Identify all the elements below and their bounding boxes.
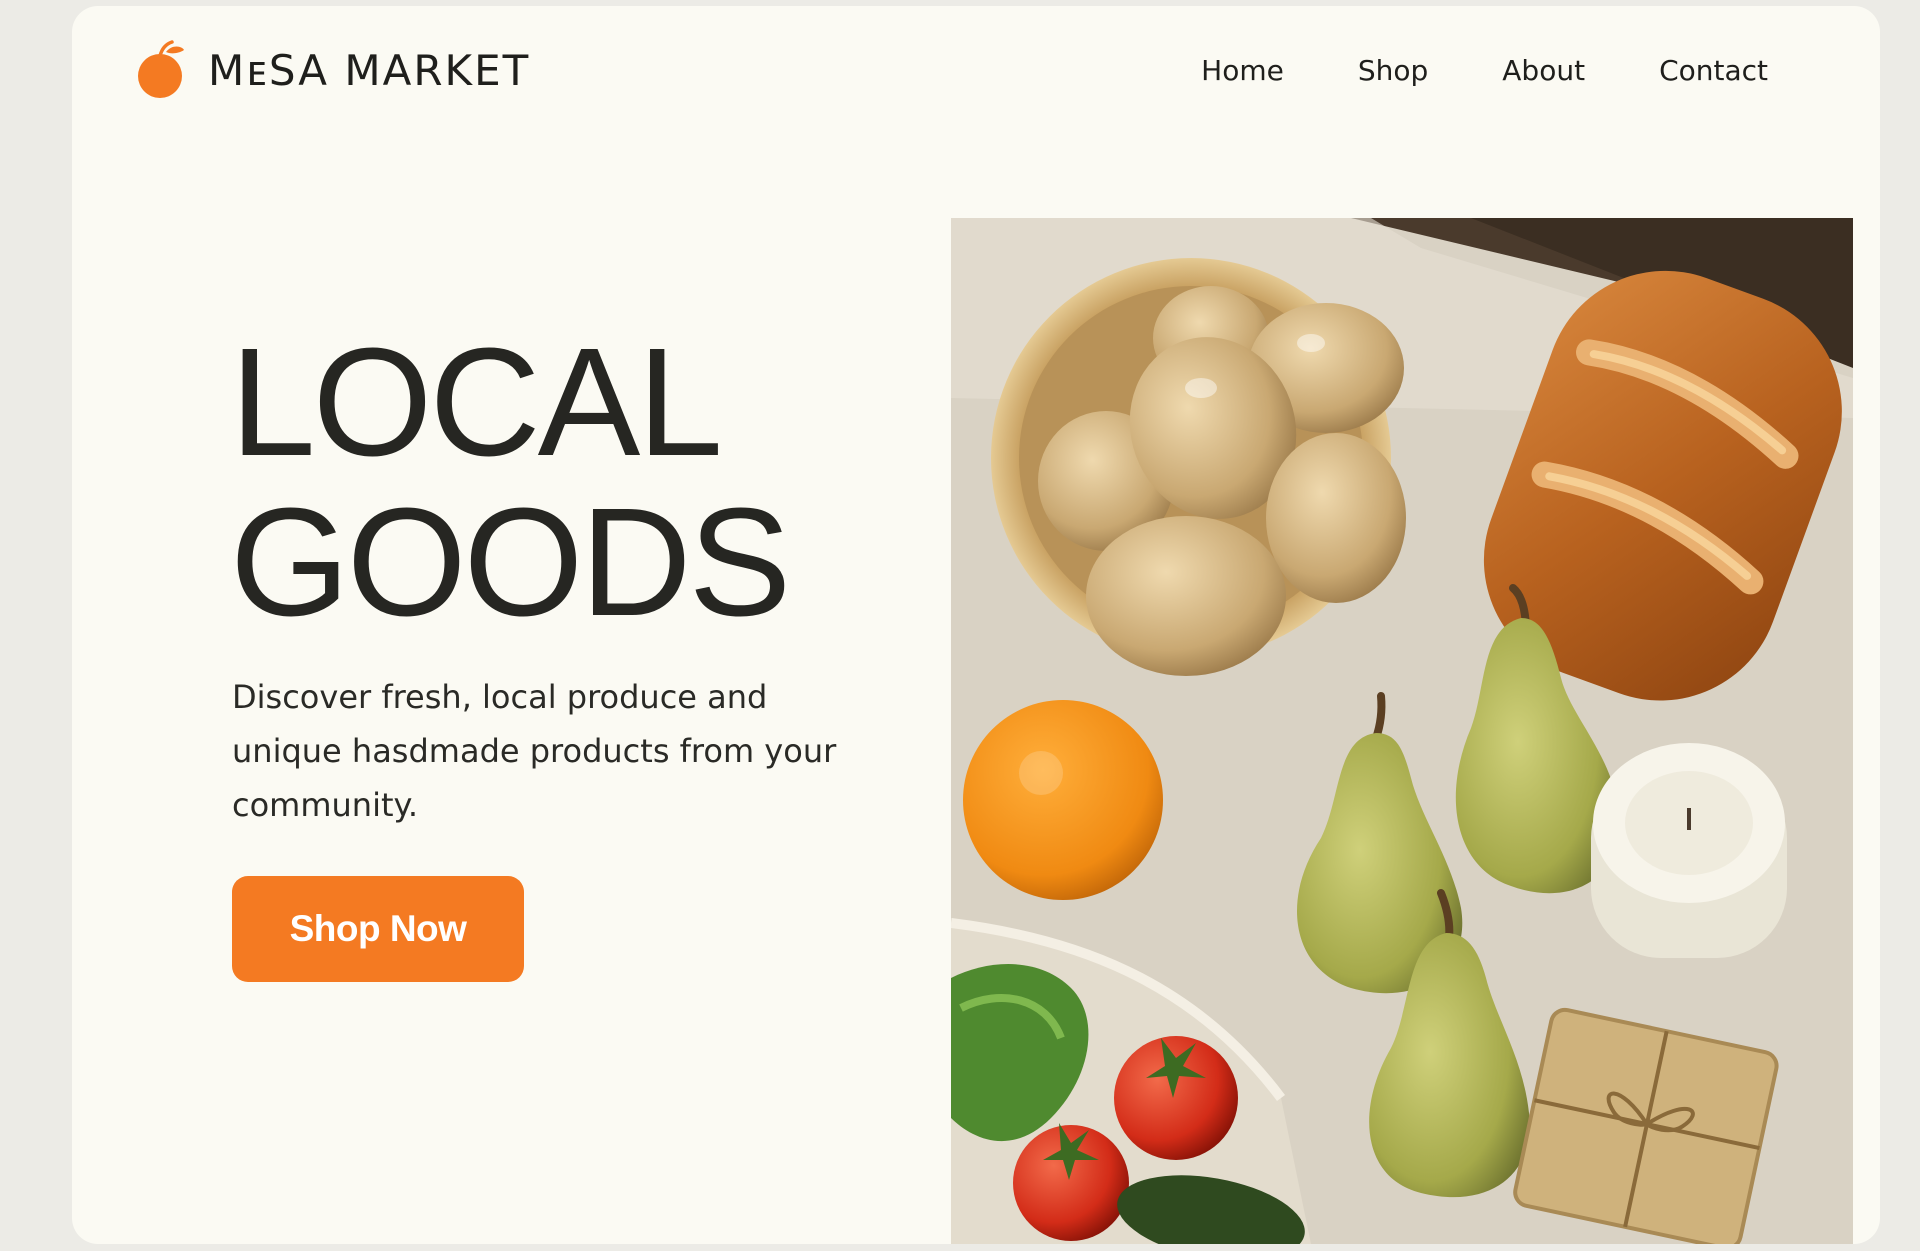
page-container: MᴇSA MARKET Home Shop About Contact LOCA… xyxy=(72,6,1880,1244)
hero-title: LOCAL GOODS xyxy=(230,316,791,648)
hero-description: Discover fresh, local produce and unique… xyxy=(232,678,837,824)
nav-contact-link[interactable]: Contact xyxy=(1659,54,1768,87)
brand-logo[interactable]: MᴇSA MARKET xyxy=(136,38,530,102)
nav-shop-link[interactable]: Shop xyxy=(1358,54,1428,87)
nav-home-link[interactable]: Home xyxy=(1201,54,1284,87)
orange-fruit-icon xyxy=(138,40,184,98)
shop-now-button[interactable]: Shop Now xyxy=(232,876,524,982)
hero-title-line2: GOODS xyxy=(230,476,791,648)
hero-product-image xyxy=(951,218,1853,1244)
brand-name: MᴇSA MARKET xyxy=(208,45,531,95)
nav-about-link[interactable]: About xyxy=(1502,54,1585,87)
hero-title-line1: LOCAL xyxy=(230,316,723,488)
produce-illustration xyxy=(951,218,1853,1244)
main-nav: Home Shop About Contact xyxy=(1127,54,1768,87)
